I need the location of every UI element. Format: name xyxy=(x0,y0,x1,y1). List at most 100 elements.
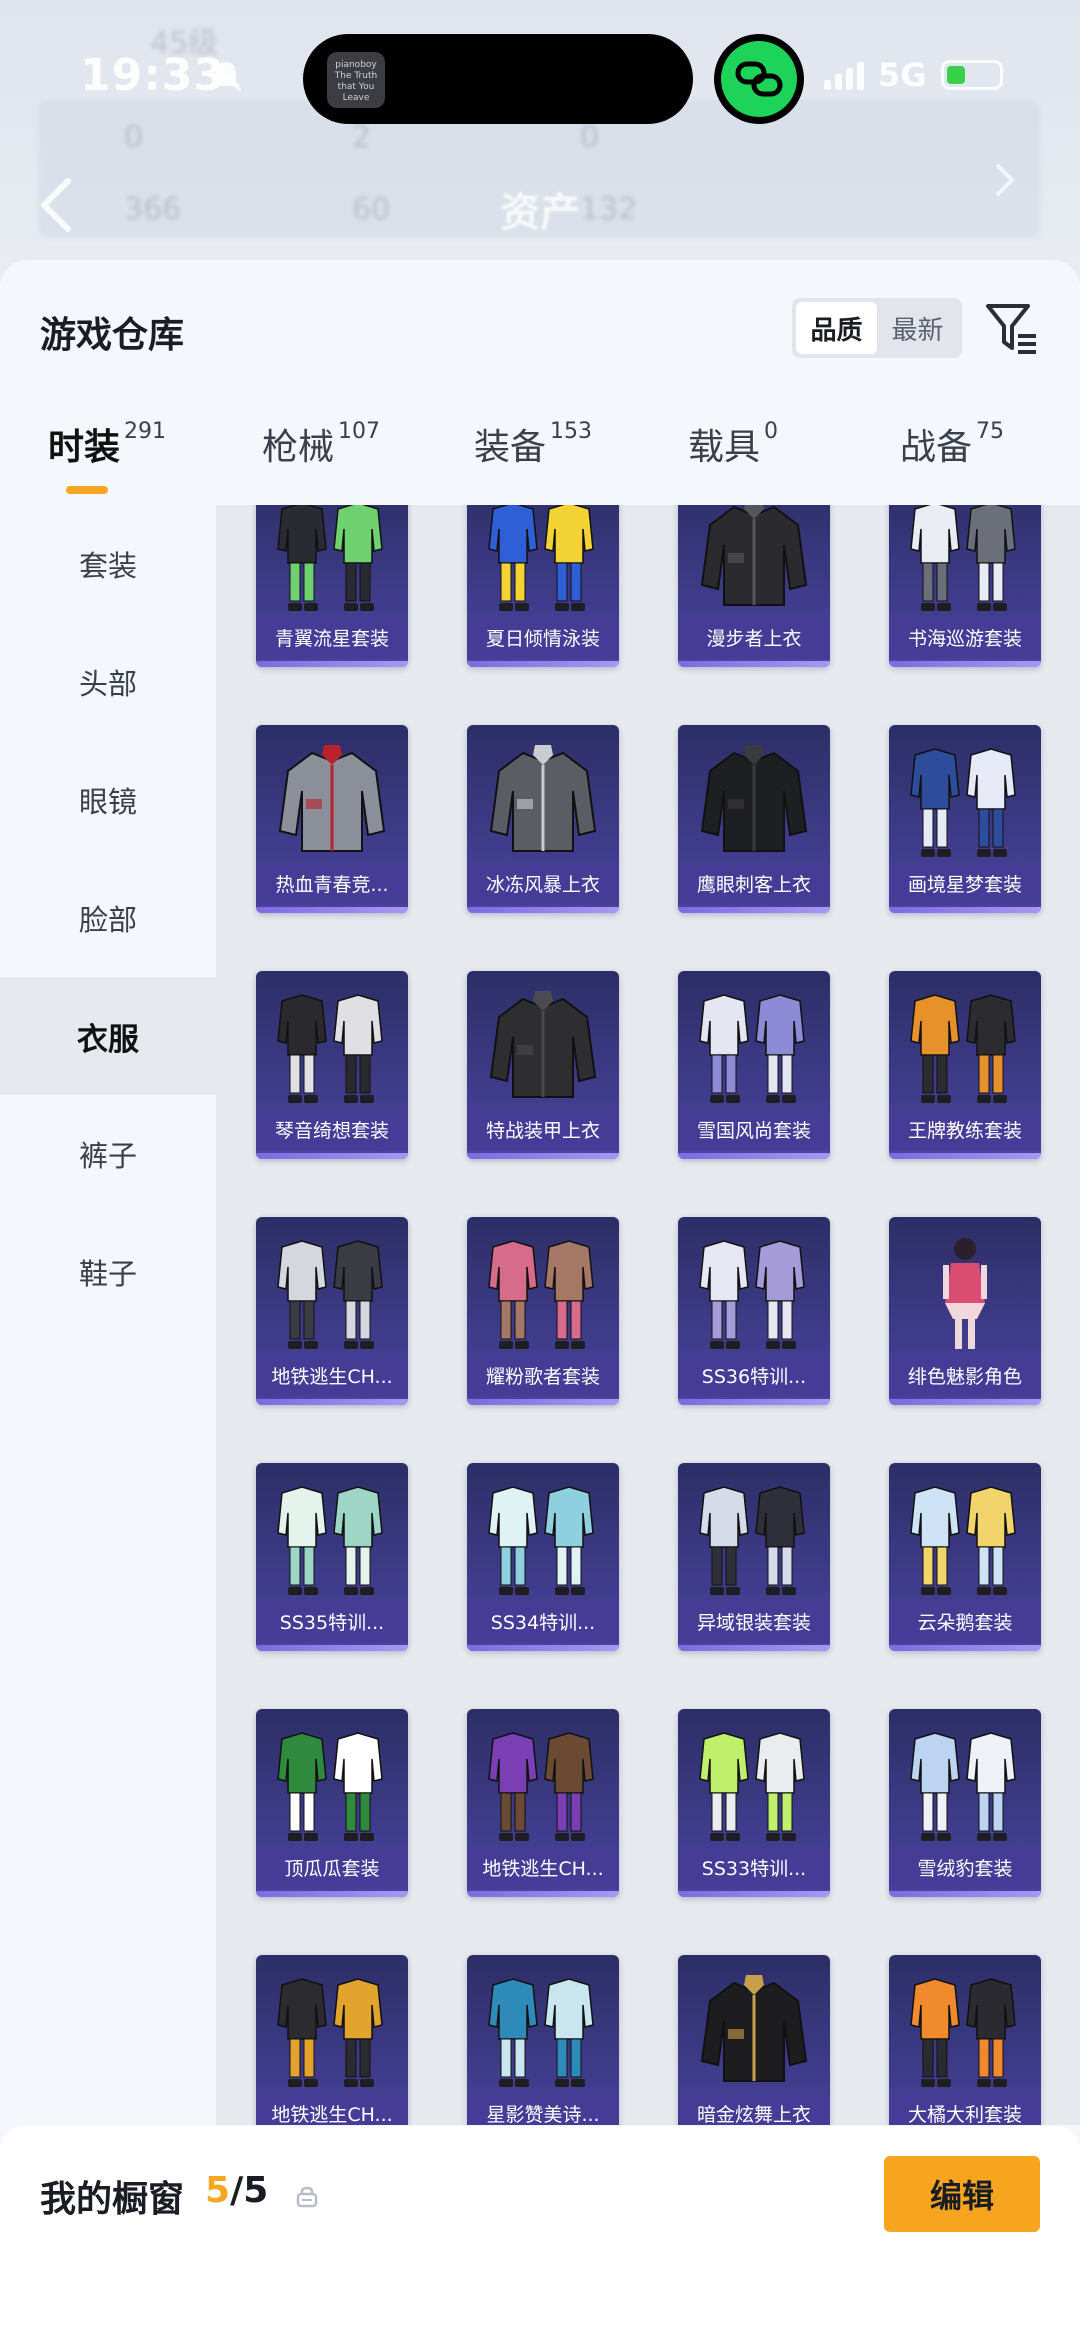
item-card[interactable]: 青翼流星套装 xyxy=(256,505,408,667)
item-name: 书海巡游套装 xyxy=(889,619,1041,659)
showcase-bar: 我的橱窗 5/5 编辑 xyxy=(0,2126,1080,2347)
outfit-set-icon xyxy=(910,505,1016,611)
showcase-current: 5 xyxy=(205,2170,231,2211)
outfit-set-icon xyxy=(910,1978,1016,2087)
item-card[interactable]: 特战装甲上衣 xyxy=(467,971,619,1159)
item-card[interactable]: 顶瓜瓜套装 xyxy=(256,1709,408,1897)
tab-count: 0 xyxy=(764,419,779,444)
tab-equipment[interactable]: 装备 153 xyxy=(474,410,592,510)
item-card[interactable]: 地铁逃生CH... xyxy=(467,1709,619,1897)
outfit-set-icon xyxy=(488,505,594,611)
status-indicators: 5G xyxy=(824,56,1003,94)
item-card[interactable]: 雪绒豹套装 xyxy=(889,1709,1041,1897)
item-name: 热血青春竞... xyxy=(256,865,408,905)
island-app-indicator xyxy=(714,34,804,124)
sidebar-item-pants[interactable]: 裤子 xyxy=(0,1095,216,1213)
backdrop-stat: 2 xyxy=(352,120,372,155)
backdrop-stat: 60 xyxy=(352,192,391,227)
tab-label: 战备 xyxy=(900,427,973,468)
sidebar-item-shoes[interactable]: 鞋子 xyxy=(0,1213,216,1331)
backdrop-stat: 132 xyxy=(580,192,638,227)
edit-button[interactable]: 编辑 xyxy=(884,2156,1040,2232)
item-name: 地铁逃生CH... xyxy=(256,2095,408,2125)
item-name: 星影赞美诗... xyxy=(467,2095,619,2125)
backdrop-title: 资产 xyxy=(500,190,580,236)
item-card[interactable]: 冰冻风暴上衣 xyxy=(467,725,619,913)
item-card[interactable]: SS36特训... xyxy=(678,1217,830,1405)
tab-gear[interactable]: 战备 75 xyxy=(900,410,1004,510)
item-name: 异域银装套装 xyxy=(678,1603,830,1643)
item-card[interactable]: 鹰眼刺客上衣 xyxy=(678,725,830,913)
item-name: 地铁逃生CH... xyxy=(467,1849,619,1889)
tab-label: 时装 xyxy=(48,427,121,468)
tab-label: 载具 xyxy=(688,427,761,468)
item-name: 绯色魅影角色 xyxy=(889,1357,1041,1397)
item-name: 耀粉歌者套装 xyxy=(467,1357,619,1397)
sidebar-item-face[interactable]: 脸部 xyxy=(0,859,216,977)
tab-fashion[interactable]: 时装 291 xyxy=(48,410,166,510)
tab-label: 枪械 xyxy=(262,427,335,468)
jacket-icon xyxy=(700,745,808,852)
outfit-set-icon xyxy=(910,1486,1016,1595)
item-card[interactable]: SS35特训... xyxy=(256,1463,408,1651)
item-card[interactable]: 夏日倾情泳装 xyxy=(467,505,619,667)
sort-option-newest[interactable]: 最新 xyxy=(877,302,958,354)
jacket-icon xyxy=(700,505,808,606)
item-card[interactable]: 星影赞美诗... xyxy=(467,1955,619,2125)
item-card[interactable]: 书海巡游套装 xyxy=(889,505,1041,667)
outfit-set-icon xyxy=(910,1732,1016,1841)
outfit-set-icon xyxy=(277,994,383,1103)
item-name: 琴音绮想套装 xyxy=(256,1111,408,1151)
tab-weapons[interactable]: 枪械 107 xyxy=(262,410,380,510)
item-card[interactable]: 地铁逃生CH... xyxy=(256,1955,408,2125)
jacket-icon xyxy=(489,991,597,1098)
outfit-set-icon xyxy=(910,994,1016,1103)
item-card[interactable]: 暗金炫舞上衣 xyxy=(678,1955,830,2125)
tab-vehicles[interactable]: 载具 0 xyxy=(688,410,778,510)
item-card[interactable]: 画境星梦套装 xyxy=(889,725,1041,913)
item-card[interactable]: 大橘大利套装 xyxy=(889,1955,1041,2125)
back-arrow-icon[interactable] xyxy=(36,175,76,235)
item-card[interactable]: SS33特训... xyxy=(678,1709,830,1897)
item-card[interactable]: 绯色魅影角色 xyxy=(889,1217,1041,1405)
item-name: 地铁逃生CH... xyxy=(256,1357,408,1397)
outfit-set-icon xyxy=(699,1240,805,1349)
outfit-set-icon xyxy=(488,1240,594,1349)
subcategory-sidebar: 套装 头部 眼镜 脸部 衣服 裤子 鞋子 xyxy=(0,505,216,2125)
outfit-set-icon xyxy=(699,1732,805,1841)
tab-count: 75 xyxy=(976,419,1005,444)
item-card[interactable]: 地铁逃生CH... xyxy=(256,1217,408,1405)
item-name: 画境星梦套装 xyxy=(889,865,1041,905)
item-card[interactable]: 异域银装套装 xyxy=(678,1463,830,1651)
item-card[interactable]: 漫步者上衣 xyxy=(678,505,830,667)
item-name: 冰冻风暴上衣 xyxy=(467,865,619,905)
backdrop-stat: 0 xyxy=(580,120,600,155)
sidebar-item-head[interactable]: 头部 xyxy=(0,623,216,741)
item-card[interactable]: 琴音绮想套装 xyxy=(256,971,408,1159)
tab-label: 装备 xyxy=(474,427,547,468)
signal-bars-icon xyxy=(824,60,864,90)
showcase-separator: / xyxy=(230,2170,244,2211)
filter-icon[interactable] xyxy=(984,300,1040,356)
item-card[interactable]: 雪国风尚套装 xyxy=(678,971,830,1159)
outfit-set-icon xyxy=(488,1978,594,2087)
item-card[interactable]: 王牌教练套装 xyxy=(889,971,1041,1159)
battery-icon xyxy=(940,60,1003,90)
item-grid-scroll[interactable]: 青翼流星套装 夏日倾情泳装 漫步者上衣 书海巡游套装 热血青春竞... 冰冻风暴… xyxy=(216,505,1080,2125)
item-name: 漫步者上衣 xyxy=(678,619,830,659)
item-name: 雪国风尚套装 xyxy=(678,1111,830,1151)
sidebar-item-sets[interactable]: 套装 xyxy=(0,505,216,623)
item-card[interactable]: 热血青春竞... xyxy=(256,725,408,913)
sidebar-item-clothes[interactable]: 衣服 xyxy=(0,977,216,1095)
item-card[interactable]: 耀粉歌者套装 xyxy=(467,1217,619,1405)
item-name: 王牌教练套装 xyxy=(889,1111,1041,1151)
item-card[interactable]: 云朵鹅套装 xyxy=(889,1463,1041,1651)
sidebar-item-glasses[interactable]: 眼镜 xyxy=(0,741,216,859)
jacket-icon xyxy=(278,745,386,852)
sort-option-quality[interactable]: 品质 xyxy=(796,302,877,354)
item-card[interactable]: SS34特训... xyxy=(467,1463,619,1651)
showcase-title: 我的橱窗 xyxy=(40,2179,185,2220)
outfit-set-icon xyxy=(488,1486,594,1595)
item-name: 夏日倾情泳装 xyxy=(467,619,619,659)
item-name: SS36特训... xyxy=(678,1357,830,1397)
